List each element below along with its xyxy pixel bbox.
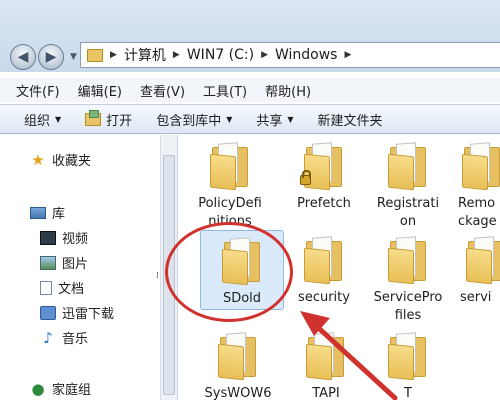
video-icon	[40, 230, 56, 245]
nav-label: 文档	[58, 282, 85, 297]
arrow-right-icon: ▶	[45, 49, 57, 65]
folder-icon	[388, 235, 428, 285]
picture-icon	[40, 255, 56, 270]
menu-view[interactable]: 查看(V)	[140, 81, 185, 100]
nav-label: 库	[52, 207, 66, 222]
address-bar-area: ◀ ▶ ▼ ▶ 计算机 ▶ WIN7 (C:) ▶ Windows ▶	[0, 0, 500, 72]
folder-icon	[462, 141, 500, 191]
folder-icon	[306, 331, 346, 381]
arrow-left-icon: ◀	[17, 49, 29, 65]
folder-name: TAPI	[312, 386, 340, 400]
folder-item[interactable]: servi	[452, 235, 500, 307]
folder-name: servi	[460, 290, 492, 305]
nav-label: 收藏夹	[52, 154, 92, 169]
folder-icon	[388, 331, 428, 381]
nav-item-downloads[interactable]: 迅雷下载	[40, 303, 114, 322]
share-button[interactable]: 共享 ▼	[256, 110, 293, 129]
nav-label: 图片	[62, 257, 89, 272]
lock-icon	[300, 170, 311, 185]
folder-name: security	[298, 290, 350, 305]
nav-label: 迅雷下载	[62, 307, 115, 322]
folder-name: Registrati on	[376, 196, 440, 229]
menu-tools[interactable]: 工具(T)	[203, 81, 247, 100]
folder-name: ServicePro files	[373, 290, 443, 323]
folder-item[interactable]: TAPI	[284, 331, 368, 400]
chevron-right-icon[interactable]: ▶	[173, 50, 180, 60]
folder-item[interactable]: Prefetch	[282, 141, 366, 213]
folder-icon	[87, 48, 103, 62]
folder-name: SysWOW6	[204, 386, 272, 400]
folder-item[interactable]: T	[366, 331, 450, 400]
organize-label: 组织	[24, 113, 51, 129]
forward-button[interactable]: ▶	[38, 44, 64, 70]
folder-icon	[466, 235, 500, 285]
new-folder-label: 新建文件夹	[317, 113, 383, 129]
folder-icon	[304, 235, 344, 285]
breadcrumb-drive[interactable]: WIN7 (C:)	[187, 47, 254, 63]
folder-item[interactable]: Remo ckage	[452, 141, 500, 231]
folder-item[interactable]: security	[282, 235, 366, 307]
splitter-grip-icon[interactable]: ⁞	[156, 271, 159, 281]
recent-pages-dropdown[interactable]: ▼	[70, 52, 77, 62]
folder-name: T	[404, 386, 412, 400]
open-label: 打开	[106, 113, 133, 129]
open-button[interactable]: 打开	[85, 109, 133, 129]
nav-label: 视频	[62, 232, 89, 247]
include-label: 包含到库中	[156, 113, 222, 129]
nav-item-libraries[interactable]: 库	[30, 203, 65, 222]
breadcrumb-computer[interactable]: 计算机	[124, 45, 166, 65]
library-icon	[30, 206, 46, 219]
menu-bar: 文件(F) 编辑(E) 查看(V) 工具(T) 帮助(H)	[0, 78, 500, 102]
share-label: 共享	[256, 113, 283, 129]
folder-icon	[218, 331, 258, 381]
chevron-down-icon: ▼	[55, 114, 62, 124]
nav-item-documents[interactable]: 文档	[40, 278, 84, 297]
menu-edit[interactable]: 编辑(E)	[78, 81, 122, 100]
document-icon	[40, 280, 52, 295]
folder-item[interactable]: PolicyDefi nitions	[188, 141, 272, 231]
folder-name: Remo ckage	[458, 196, 497, 229]
nav-label: 音乐	[62, 332, 89, 347]
folder-icon	[388, 141, 428, 191]
organize-button[interactable]: 组织 ▼	[24, 110, 61, 129]
nav-item-music[interactable]: ♪ 音乐	[40, 328, 89, 348]
chevron-right-icon[interactable]: ▶	[110, 50, 117, 60]
music-note-icon: ♪	[43, 328, 53, 347]
address-box[interactable]: ▶ 计算机 ▶ WIN7 (C:) ▶ Windows ▶	[80, 42, 500, 68]
new-folder-button[interactable]: 新建文件夹	[318, 110, 383, 129]
open-folder-icon	[85, 109, 102, 126]
download-icon	[40, 305, 56, 320]
nav-item-pictures[interactable]: 图片	[40, 253, 88, 272]
nav-item-homegroup[interactable]: ● 家庭组	[30, 379, 92, 399]
locked-folder-icon	[300, 141, 344, 191]
menu-help[interactable]: 帮助(H)	[265, 81, 311, 100]
menu-file[interactable]: 文件(F)	[16, 81, 60, 100]
chevron-right-icon[interactable]: ▶	[344, 50, 351, 60]
folder-item[interactable]: SysWOW6	[196, 331, 280, 400]
include-in-library-button[interactable]: 包含到库中 ▼	[156, 110, 232, 129]
nav-label: 家庭组	[52, 383, 92, 398]
nav-item-videos[interactable]: 视频	[40, 228, 88, 247]
chevron-down-icon: ▼	[287, 114, 294, 124]
homegroup-icon: ●	[31, 379, 45, 398]
chevron-right-icon[interactable]: ▶	[261, 50, 268, 60]
folder-item[interactable]: Registrati on	[366, 141, 450, 231]
back-button[interactable]: ◀	[10, 44, 36, 70]
nav-item-favorites[interactable]: ★ 收藏夹	[30, 150, 92, 170]
chevron-down-icon: ▼	[226, 114, 233, 124]
annotation-circle	[165, 222, 293, 322]
breadcrumb-windows[interactable]: Windows	[275, 47, 338, 63]
star-icon: ★	[31, 150, 45, 169]
folder-icon	[210, 141, 250, 191]
navigation-pane: ★ 收藏夹 库 视频 图片 文档 迅雷下载 ♪ 音乐 ● 家庭组	[0, 135, 160, 400]
folder-name: Prefetch	[297, 196, 351, 211]
folder-item[interactable]: ServicePro files	[366, 235, 450, 325]
command-toolbar: 组织 ▼ 打开 包含到库中 ▼ 共享 ▼ 新建文件夹	[0, 104, 500, 134]
